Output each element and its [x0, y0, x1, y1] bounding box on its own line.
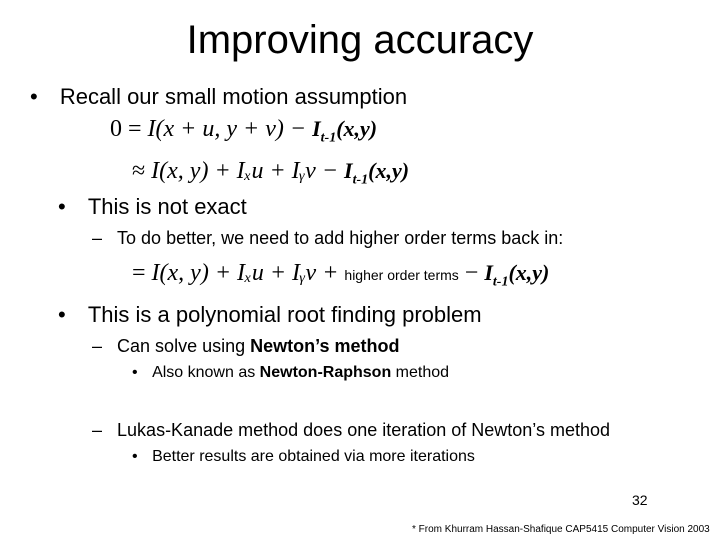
bullet-glyph: • — [30, 84, 38, 109]
slide-title: Improving accuracy — [186, 18, 534, 62]
equation-1: 0 = I(x + u, y + v) − It-1(x,y) — [110, 116, 377, 146]
bullet-glyph: • — [58, 194, 66, 219]
bullet-text: Can solve using — [117, 336, 251, 356]
bullet-glyph: • — [58, 302, 66, 327]
bullet-polynomial: • This is a polynomial root finding prob… — [58, 302, 482, 328]
bullet-text: Also known as — [152, 364, 260, 381]
equation-3: = I(x, y) + Iₓu + Iᵧv + higher order ter… — [132, 260, 549, 290]
eq-tail: It-1(x,y) — [312, 116, 378, 146]
eq-tail: It-1(x,y) — [344, 158, 410, 188]
bullet-text: This is not exact — [87, 194, 247, 219]
subbullet-newton: – Can solve using Newton’s method — [92, 336, 399, 357]
bullet-glyph: • — [132, 448, 138, 465]
eq-lhs: 0 = — [110, 116, 142, 142]
eq-body: I(x, y) + Iₓu + Iᵧv − — [151, 158, 339, 184]
eq-minus: − — [464, 260, 479, 286]
eq-lhs: = — [132, 260, 146, 286]
eq-lhs: ≈ — [132, 158, 146, 184]
bullet-glyph: • — [132, 364, 138, 381]
bullet-text: method — [391, 364, 450, 381]
dash-glyph: – — [92, 420, 103, 440]
bullet-bold-text: Newton-Raphson — [259, 364, 392, 381]
subsubbullet-raphson: • Also known as Newton-Raphson method — [132, 364, 449, 382]
page-number: 32 — [632, 492, 648, 508]
equation-2: ≈ I(x, y) + Iₓu + Iᵧv − It-1(x,y) — [132, 158, 409, 188]
bullet-text: To do better, we need to add higher orde… — [117, 228, 564, 248]
dash-glyph: – — [92, 336, 103, 356]
bullet-recall: • Recall our small motion assumption — [30, 84, 407, 110]
bullet-bold-text: Newton’s method — [250, 336, 400, 356]
subbullet-lukas-kanade: – Lukas-Kanade method does one iteration… — [92, 420, 610, 441]
eq-body: I(x, y) + Iₓu + Iᵧv + — [151, 260, 339, 286]
dash-glyph: – — [92, 228, 103, 248]
bullet-text: Lukas-Kanade method does one iteration o… — [117, 420, 611, 440]
footnote: * From Khurram Hassan-Shafique CAP5415 C… — [412, 524, 710, 535]
bullet-text: This is a polynomial root finding proble… — [87, 302, 482, 327]
subsubbullet-iterations: • Better results are obtained via more i… — [132, 448, 475, 466]
eq-tail: It-1(x,y) — [484, 260, 550, 290]
eq-higher-order-terms: higher order terms — [344, 267, 459, 283]
eq-body: I(x + u, y + v) − — [147, 116, 307, 142]
subbullet-higher-order: – To do better, we need to add higher or… — [92, 228, 563, 249]
bullet-text: Recall our small motion assumption — [59, 84, 408, 109]
bullet-not-exact: • This is not exact — [58, 194, 247, 220]
bullet-text: Better results are obtained via more ite… — [152, 448, 475, 465]
